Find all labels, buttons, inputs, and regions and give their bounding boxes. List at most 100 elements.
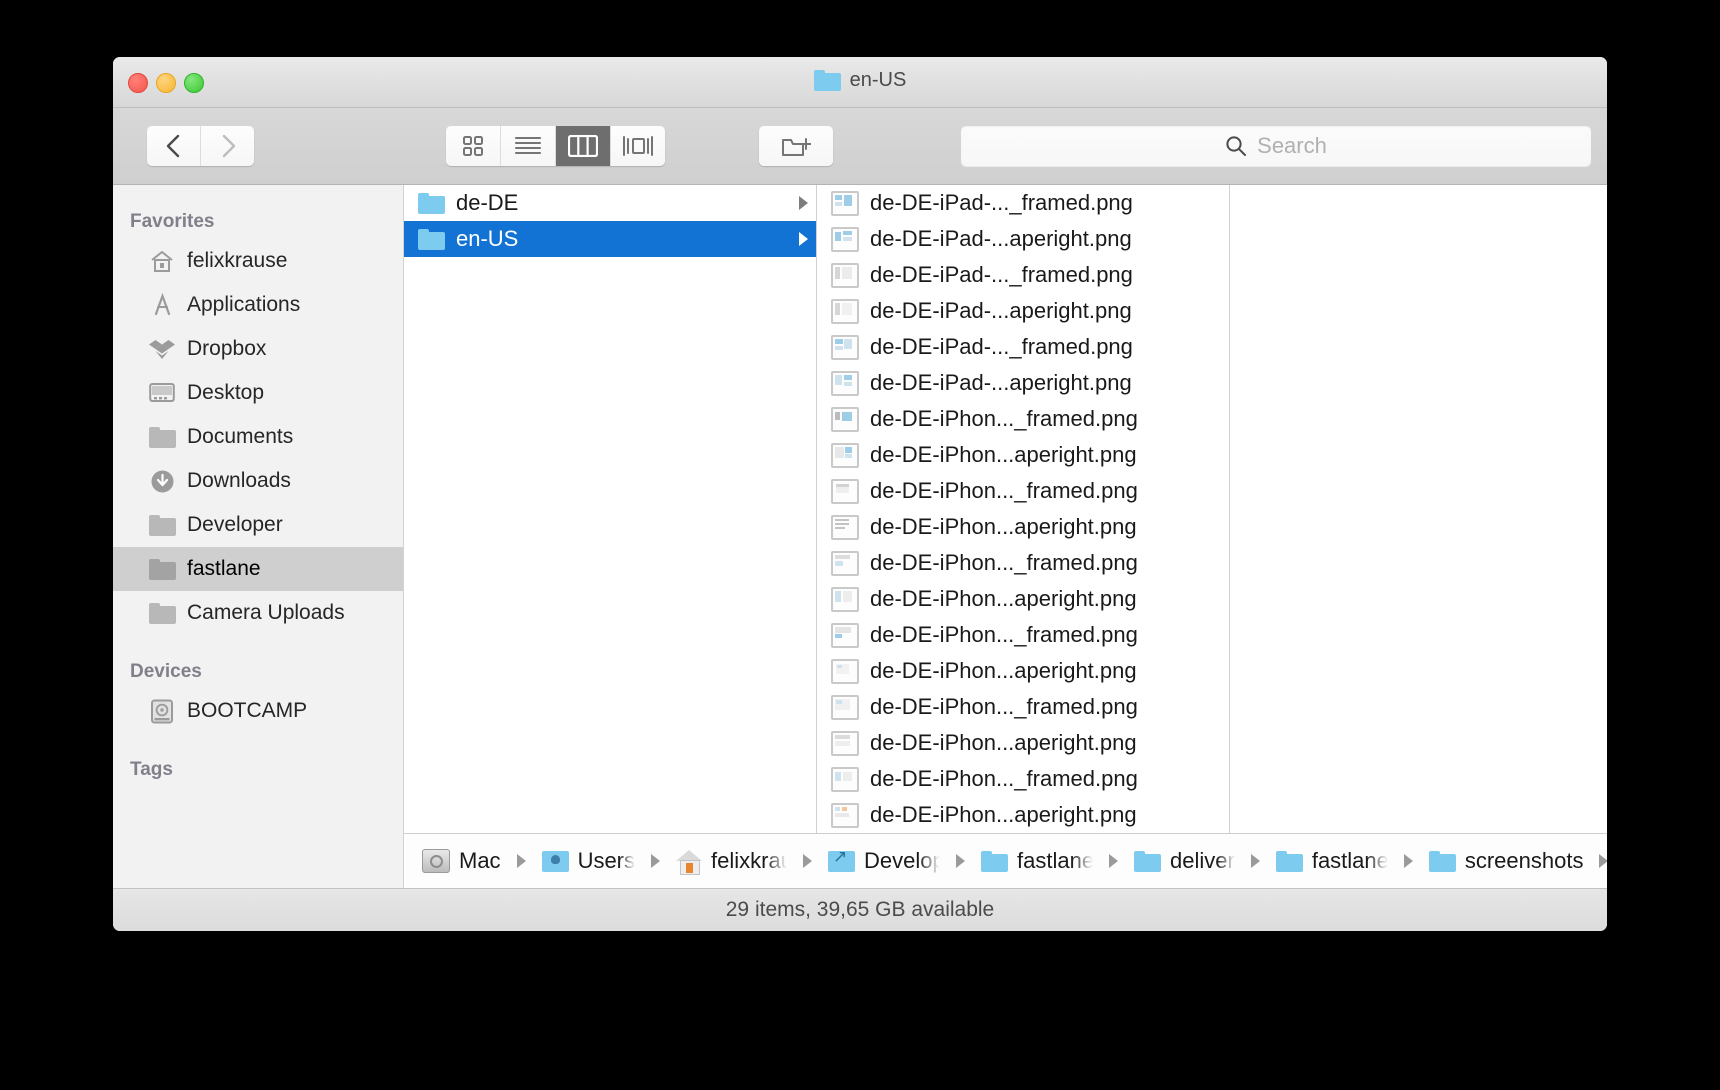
file-row[interactable]: de-DE-iPhon...aperight.png [817, 509, 1229, 545]
file-row-label: de-DE-iPhon...aperight.png [870, 802, 1137, 827]
image-thumbnail-icon [831, 514, 859, 540]
sidebar-header-devices: Devices [130, 661, 202, 682]
file-row[interactable]: de-DE-iPhon...aperight.png [817, 437, 1229, 473]
file-row[interactable]: de-DE-iPad-...aperight.png [817, 221, 1229, 257]
file-row-label: de-DE-iPad-...aperight.png [870, 226, 1132, 251]
image-thumbnail-icon [831, 730, 859, 756]
search-icon [1226, 136, 1247, 156]
home-icon [149, 248, 175, 274]
view-mode-buttons [446, 126, 665, 166]
file-row[interactable]: de-DE-iPhon..._framed.png [817, 761, 1229, 797]
file-row-label: de-DE-iPhon...aperight.png [870, 658, 1137, 683]
sidebar-item-developer[interactable]: Developer [113, 503, 403, 547]
breadcrumb-item-fastlane-2[interactable]: fastlane [1275, 848, 1388, 874]
file-row[interactable]: de-DE-iPhon...aperight.png [817, 797, 1229, 833]
image-thumbnail-icon [831, 442, 859, 468]
icon-view-button[interactable] [446, 126, 501, 166]
sidebar-item-fastlane[interactable]: fastlane [113, 547, 403, 591]
image-thumbnail-icon [831, 262, 859, 288]
file-row-label: de-DE-iPad-..._framed.png [870, 334, 1133, 359]
back-button[interactable] [147, 126, 201, 166]
sidebar-item-dropbox[interactable]: Dropbox [113, 327, 403, 371]
file-row[interactable]: de-DE-iPad-..._framed.png [817, 257, 1229, 293]
image-thumbnail-icon [831, 658, 859, 684]
breadcrumb-label: Users [577, 848, 636, 873]
column-browser: de-DE en-US de-DE-iPad-..._framed.png de… [404, 185, 1607, 888]
image-thumbnail-icon [831, 802, 859, 828]
applications-icon [149, 292, 175, 318]
file-row[interactable]: de-DE-iPhon...aperight.png [817, 581, 1229, 617]
image-thumbnail-icon [831, 694, 859, 720]
finder-window: en-US Search Favorites felixkrause Appli… [113, 57, 1607, 931]
forward-button[interactable] [201, 126, 254, 166]
folder-icon [148, 424, 176, 450]
search-field[interactable]: Search [961, 126, 1591, 166]
coverflow-icon [623, 136, 653, 156]
folder-icon [1275, 850, 1303, 872]
image-thumbnail-icon [831, 226, 859, 252]
breadcrumb-item-mac[interactable]: Mac [422, 848, 501, 874]
sidebar-header-favorites: Favorites [130, 211, 215, 232]
sidebar-item-label: Dropbox [187, 337, 267, 360]
breadcrumb-item-developer[interactable]: Developer [828, 847, 940, 874]
breadcrumb-separator-icon [1599, 854, 1607, 868]
breadcrumb-label: Mac [459, 848, 501, 873]
sidebar-item-label: Camera Uploads [187, 601, 345, 624]
sidebar-item-bootcamp[interactable]: BOOTCAMP [113, 689, 403, 733]
file-row[interactable]: de-DE-iPad-..._framed.png [817, 329, 1229, 365]
file-row[interactable]: de-DE-iPhon..._framed.png [817, 617, 1229, 653]
column-row-de-DE[interactable]: de-DE [404, 185, 816, 221]
image-thumbnail-icon [831, 550, 859, 576]
folder-icon [418, 228, 445, 250]
columns-icon [568, 135, 598, 157]
file-row[interactable]: de-DE-iPhon..._framed.png [817, 473, 1229, 509]
file-row[interactable]: de-DE-iPad-...aperight.png [817, 365, 1229, 401]
sidebar-item-camera-uploads[interactable]: Camera Uploads [113, 591, 403, 635]
sidebar-item-downloads[interactable]: Downloads [113, 459, 403, 503]
image-thumbnail-icon [831, 298, 859, 324]
file-row[interactable]: de-DE-iPhon..._framed.png [817, 401, 1229, 437]
file-row-label: de-DE-iPhon..._framed.png [870, 622, 1138, 647]
sidebar-item-felixkrause[interactable]: felixkrause [113, 239, 403, 283]
file-row-label: de-DE-iPhon...aperight.png [870, 442, 1137, 467]
file-row[interactable]: de-DE-iPhon..._framed.png [817, 689, 1229, 725]
breadcrumb-separator-icon [1109, 854, 1119, 868]
breadcrumb: Mac Users felixkrause [404, 833, 1607, 888]
file-row[interactable]: de-DE-iPad-..._framed.png [817, 185, 1229, 221]
window-title: en-US [113, 69, 1607, 92]
file-row[interactable]: de-DE-iPhon..._framed.png [817, 545, 1229, 581]
image-thumbnail-icon [831, 190, 859, 216]
breadcrumb-item-users[interactable]: Users [541, 848, 636, 874]
breadcrumb-item-screenshots[interactable]: screenshots [1428, 848, 1584, 874]
chevron-right-icon [222, 134, 235, 158]
image-thumbnail-icon [831, 478, 859, 504]
breadcrumb-item-felixkrause[interactable]: felixkrause [676, 848, 787, 875]
breadcrumb-item-fastlane-1[interactable]: fastlane [981, 848, 1093, 874]
folder-column: de-DE en-US [404, 185, 817, 833]
gallery-view-button[interactable] [611, 126, 665, 166]
breadcrumb-label: fastlane [1017, 848, 1094, 873]
breadcrumb-item-deliver[interactable]: deliver [1134, 848, 1235, 874]
file-row[interactable]: de-DE-iPhon...aperight.png [817, 653, 1229, 689]
column-view-button[interactable] [556, 126, 611, 166]
new-folder-button[interactable] [759, 126, 833, 166]
file-row-label: de-DE-iPhon...aperight.png [870, 586, 1137, 611]
column-row-en-US[interactable]: en-US [404, 221, 816, 257]
file-row-label: de-DE-iPhon...aperight.png [870, 514, 1137, 539]
sidebar-item-desktop[interactable]: Desktop [113, 371, 403, 415]
sidebar-item-label: fastlane [187, 557, 261, 580]
breadcrumb-separator-icon [956, 854, 966, 868]
column-row-label: de-DE [456, 190, 519, 215]
file-row[interactable]: de-DE-iPad-...aperight.png [817, 293, 1229, 329]
file-row[interactable]: de-DE-iPhon...aperight.png [817, 725, 1229, 761]
breadcrumb-label: screenshots [1464, 848, 1584, 873]
list-view-button[interactable] [501, 126, 556, 166]
folder-icon [148, 512, 176, 538]
sidebar-item-label: Applications [187, 293, 301, 316]
sidebar-item-documents[interactable]: Documents [113, 415, 403, 459]
users-folder-icon [541, 850, 569, 872]
folder-icon [1134, 850, 1162, 872]
breadcrumb-separator-icon [1250, 854, 1260, 868]
sidebar-item-applications[interactable]: Applications [113, 283, 403, 327]
